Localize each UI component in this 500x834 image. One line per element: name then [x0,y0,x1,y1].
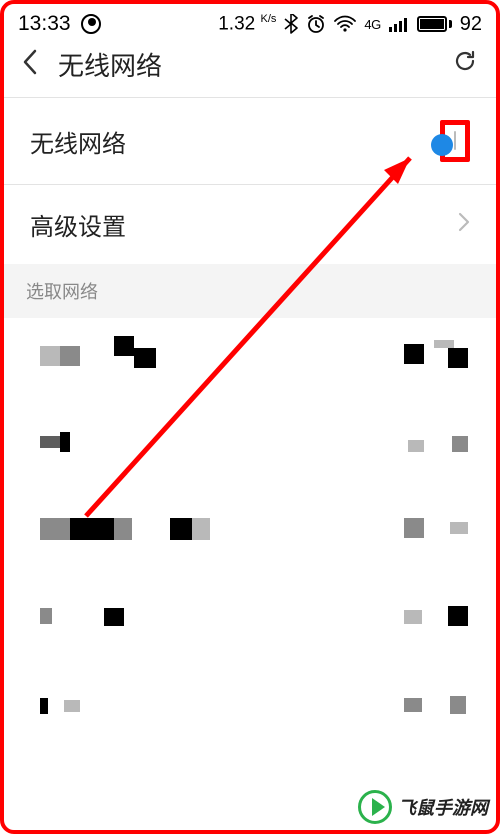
advanced-settings-row[interactable]: 高级设置 [4,185,496,264]
back-button[interactable] [22,49,38,81]
watermark: 飞鼠手游网 [358,790,488,824]
bluetooth-icon [284,14,298,34]
wifi-toggle[interactable] [454,131,456,150]
battery-percent: 92 [460,13,482,36]
wifi-toggle-row[interactable]: 无线网络 [4,98,496,184]
watermark-logo-icon [358,790,392,824]
wifi-icon [334,15,356,33]
status-bar: 13:33 1.32 K/s 4G 92 [4,4,496,40]
wifi-toggle-label: 无线网络 [30,124,126,159]
network-list [4,318,496,798]
choose-network-section: 选取网络 [4,264,496,318]
refresh-button[interactable] [452,48,478,81]
battery-icon [417,16,452,32]
signal-icon [389,16,409,32]
status-time: 13:33 [18,12,71,36]
network-type: 4G [364,18,380,31]
network-speed: 1.32 K/s [218,13,276,35]
chevron-right-icon [458,211,470,239]
watermark-text: 飞鼠手游网 [398,794,488,820]
page-header: 无线网络 [4,40,496,97]
page-title: 无线网络 [58,46,452,83]
alarm-icon [306,14,326,34]
screenshot-frame: 13:33 1.32 K/s 4G 92 无线网络 [0,0,500,834]
highlight-box [440,120,470,162]
app-indicator-icon [81,14,101,34]
advanced-label: 高级设置 [30,207,126,242]
